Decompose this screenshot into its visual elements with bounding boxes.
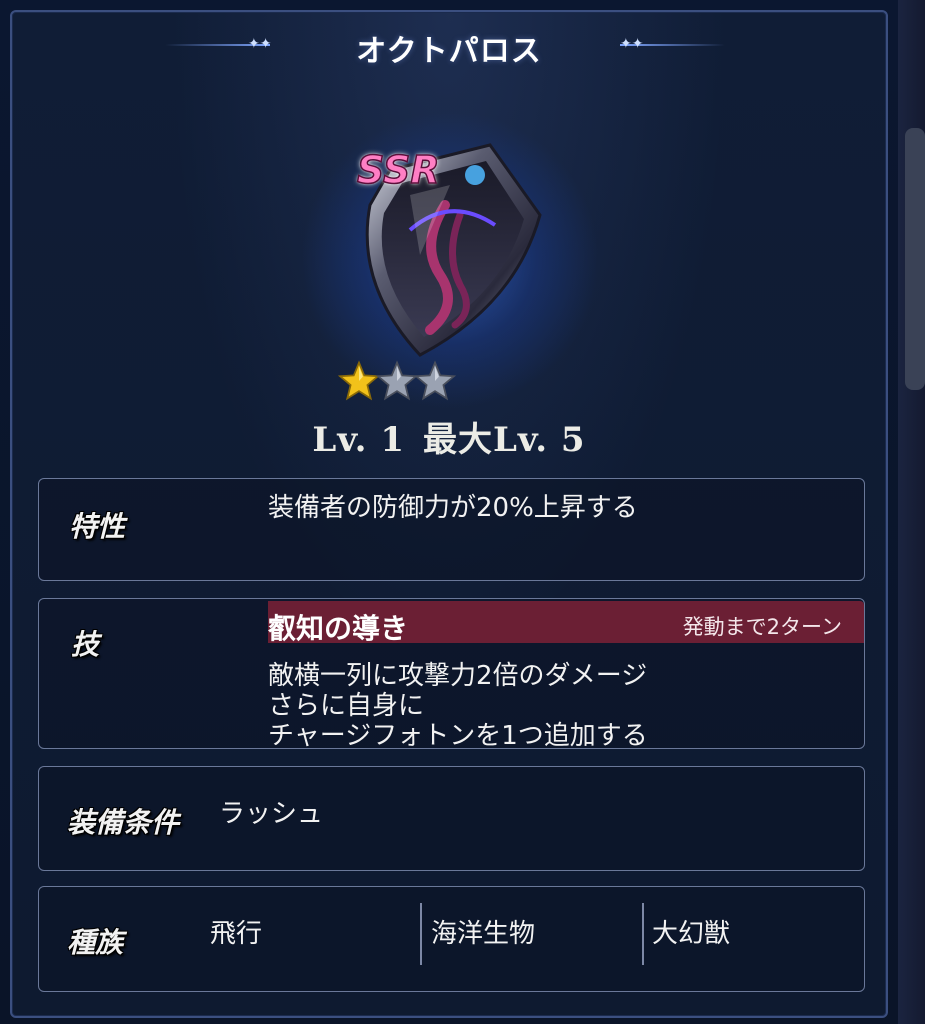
- scrollbar-thumb[interactable]: [905, 128, 925, 390]
- skill-section: 叡知の導き 発動まで2ターン 技 敵横一列に攻撃力2倍のダメージ さらに自身に …: [38, 598, 865, 751]
- skill-description: 敵横一列に攻撃力2倍のダメージ さらに自身に チャージフォトンを1つ追加する: [268, 661, 648, 751]
- race-section: 種族 飛行 海洋生物 大幻獣: [38, 886, 865, 992]
- equip-condition-section: 装備条件 ラッシュ: [38, 766, 865, 871]
- rarity-badge: SSR: [356, 147, 440, 193]
- trait-label: 特性: [69, 510, 126, 543]
- race-value: 大幻獣: [652, 919, 731, 949]
- current-level: Lv. 1: [312, 420, 405, 460]
- skill-description-line: 敵横一列に攻撃力2倍のダメージ: [268, 661, 648, 691]
- skill-label: 技: [71, 628, 100, 661]
- race-value: 海洋生物: [431, 919, 536, 949]
- item-title: オクトパロス: [356, 34, 542, 69]
- max-level: 最大Lv. 5: [423, 420, 586, 460]
- race-divider: [642, 903, 644, 965]
- equip-condition-label: 装備条件: [67, 806, 180, 839]
- race-label: 種族: [67, 926, 124, 959]
- skill-name: 叡知の導き: [268, 612, 409, 645]
- star-empty-icon: [414, 360, 456, 401]
- skill-description-line: さらに自身に: [268, 691, 425, 721]
- star-filled-icon: [338, 360, 380, 401]
- race-divider: [420, 903, 422, 965]
- trait-section: 特性 装備者の防御力が20%上昇する: [38, 478, 865, 581]
- item-detail-screen: ✦✦ ✦✦ オクトパロス SSR Lv. 1 最大Lv. 5 特性 装備者の防御…: [0, 0, 925, 1024]
- title-bar: オクトパロス: [0, 26, 898, 74]
- skill-description-line: チャージフォトンを1つ追加する: [268, 721, 648, 751]
- level-info: Lv. 1 最大Lv. 5: [0, 412, 898, 461]
- equip-condition-value: ラッシュ: [219, 799, 324, 829]
- star-empty-icon: [376, 360, 418, 401]
- trait-text: 装備者の防御力が20%上昇する: [268, 493, 638, 523]
- race-value: 飛行: [210, 919, 263, 949]
- skill-cooldown: 発動まで2ターン: [682, 615, 842, 639]
